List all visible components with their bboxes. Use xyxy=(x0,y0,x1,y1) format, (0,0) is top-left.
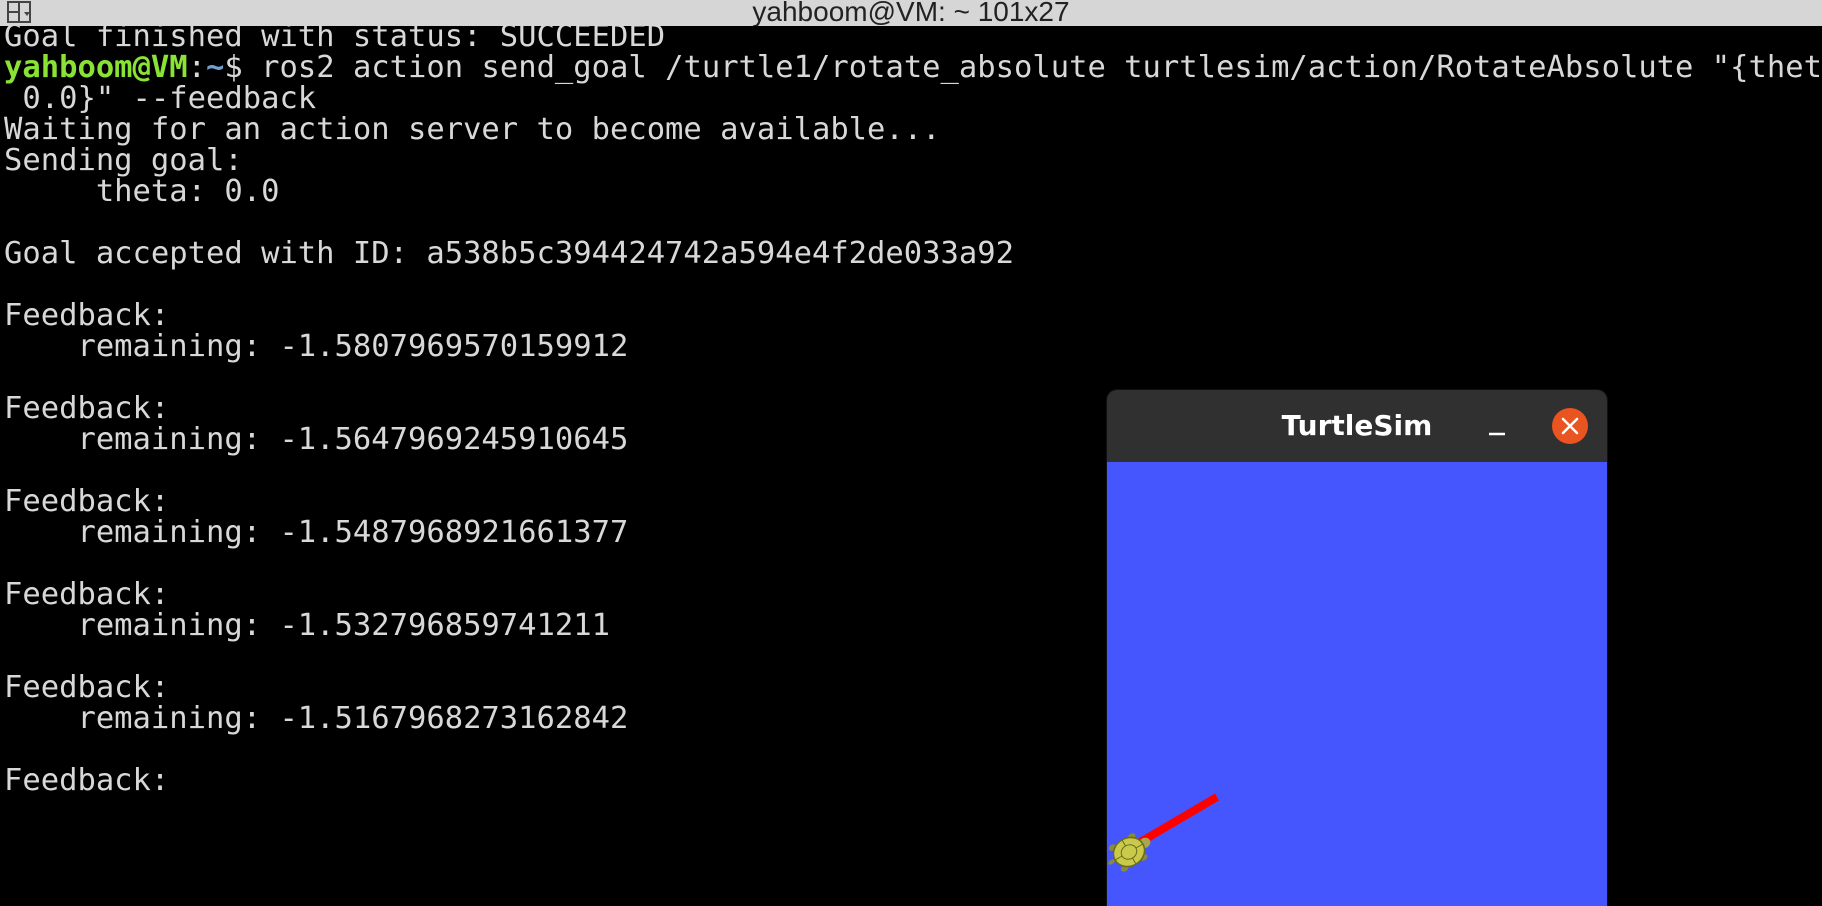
terminal-titlebar: yahboom@VM: ~ 101x27 xyxy=(0,0,1822,27)
terminal-line: Goal accepted with ID: a538b5c394424742a… xyxy=(4,236,1014,271)
terminal-line: remaining: -1.5487968921661377 xyxy=(4,515,629,550)
prompt-path: ~ xyxy=(206,50,225,85)
turtlesim-canvas xyxy=(1107,462,1607,906)
terminal-line: remaining: -1.532796859741211 xyxy=(4,608,610,643)
terminal-line: remaining: -1.5167968273162842 xyxy=(4,701,629,736)
command-text: ros2 action send_goal /turtle1/rotate_ab… xyxy=(242,50,1822,85)
turtlesim-title: TurtleSim xyxy=(1281,409,1433,442)
terminal-line: remaining: -1.5807969570159912 xyxy=(4,329,629,364)
minimize-icon[interactable] xyxy=(1485,422,1509,446)
prompt-separator: : xyxy=(187,50,207,85)
prompt-user: yahboom@VM xyxy=(4,50,188,85)
terminal-line: remaining: -1.5647969245910645 xyxy=(4,422,629,457)
prompt-dollar: $ xyxy=(224,50,243,85)
turtlesim-titlebar[interactable]: TurtleSim xyxy=(1107,390,1607,462)
turtle-pen-trail xyxy=(1134,793,1220,848)
terminal-line: Feedback: xyxy=(4,763,170,798)
turtlesim-window[interactable]: TurtleSim xyxy=(1107,390,1607,906)
close-icon[interactable] xyxy=(1552,408,1588,444)
window-title: yahboom@VM: ~ 101x27 xyxy=(752,0,1070,27)
terminal-line: theta: 0.0 xyxy=(4,174,280,209)
